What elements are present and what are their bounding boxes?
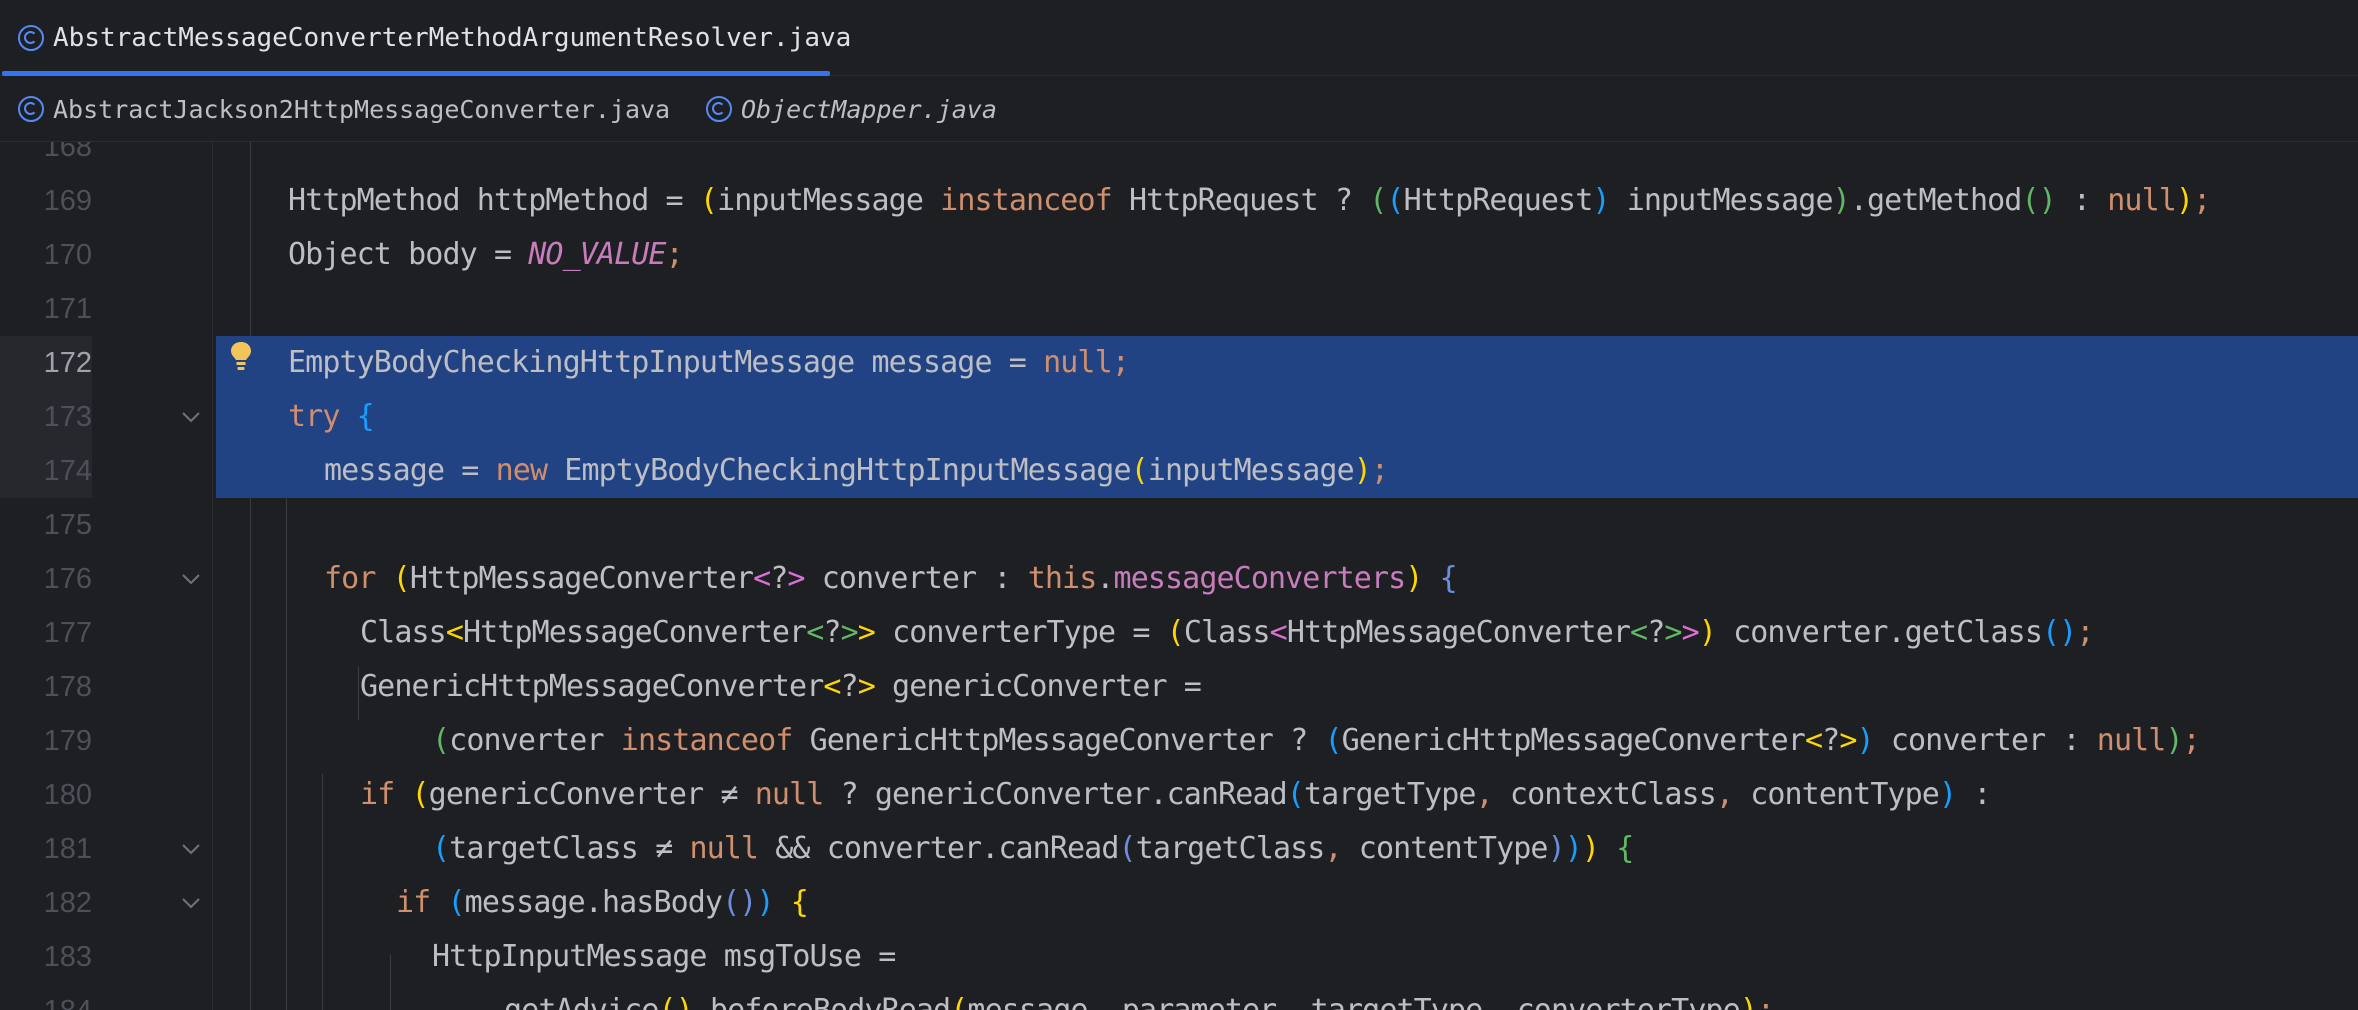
class-icon: [706, 96, 732, 122]
code-line[interactable]: 182 if (message.hasBody()) {: [0, 876, 2358, 930]
code-line[interactable]: 178 GenericHttpMessageConverter<?> gener…: [0, 660, 2358, 714]
code-text: if (message.hasBody()) {: [396, 885, 809, 920]
code-text: if (genericConverter ≠ null ? genericCon…: [360, 777, 1991, 812]
code-text: Object body = NO_VALUE;: [288, 237, 684, 272]
code-text: (targetClass ≠ null && converter.canRead…: [432, 831, 1634, 866]
code-editor[interactable]: 168 169 HttpMethod httpMethod = (inputMe…: [0, 142, 2358, 1010]
tab-label: ObjectMapper.java: [741, 94, 997, 124]
code-line[interactable]: 181 (targetClass ≠ null && converter.can…: [0, 822, 2358, 876]
code-text: getAdvice().beforeBodyRead(message, para…: [504, 984, 1775, 1010]
line-number: 181: [43, 833, 92, 865]
line-number: 179: [43, 725, 92, 757]
fold-chevron-icon[interactable]: [180, 894, 202, 912]
code-line[interactable]: 179 (converter instanceof GenericHttpMes…: [0, 714, 2358, 768]
line-number: 177: [43, 617, 92, 649]
code-text: HttpMethod httpMethod = (inputMessage in…: [288, 183, 2211, 218]
fold-chevron-icon[interactable]: [180, 570, 202, 588]
line-number: 173: [0, 390, 92, 444]
code-text: EmptyBodyCheckingHttpInputMessage messag…: [288, 345, 1130, 380]
line-number: 171: [43, 293, 92, 325]
tab-abstract-message-converter-method-argument-resolver[interactable]: AbstractMessageConverterMethodArgumentRe…: [0, 0, 851, 76]
line-number: 170: [43, 239, 92, 271]
line-number: 183: [43, 941, 92, 973]
code-line[interactable]: 168: [0, 142, 2358, 174]
tab-abstract-jackson2-http-message-converter[interactable]: AbstractJackson2HttpMessageConverter.jav…: [18, 76, 670, 142]
code-line[interactable]: 180 if (genericConverter ≠ null ? generi…: [0, 768, 2358, 822]
fold-chevron-icon[interactable]: [180, 408, 202, 426]
code-line[interactable]: 183 HttpInputMessage msgToUse =: [0, 930, 2358, 984]
line-number: 182: [43, 887, 92, 919]
class-icon: [18, 96, 44, 122]
code-line[interactable]: 175: [0, 498, 2358, 552]
code-line[interactable]: 171: [0, 282, 2358, 336]
line-number: 172: [0, 336, 92, 390]
code-line[interactable]: 184 getAdvice().beforeBodyRead(message, …: [0, 984, 2358, 1010]
code-line-selected[interactable]: 172 EmptyBodyCheckingHttpInputMessage me…: [0, 336, 2358, 390]
selection-highlight: [216, 390, 2358, 444]
code-text: Class<HttpMessageConverter<?>> converter…: [360, 615, 2094, 650]
editor-tab-bar-row-2: AbstractJackson2HttpMessageConverter.jav…: [0, 76, 2358, 142]
class-icon: [18, 25, 44, 51]
code-text: try {: [288, 399, 375, 434]
line-number: 178: [43, 671, 92, 703]
code-line[interactable]: 177 Class<HttpMessageConverter<?>> conve…: [0, 606, 2358, 660]
code-text: GenericHttpMessageConverter<?> genericCo…: [360, 669, 1202, 704]
line-number: 184: [0, 984, 92, 1010]
tab-label: AbstractMessageConverterMethodArgumentRe…: [53, 23, 852, 53]
tab-object-mapper[interactable]: ObjectMapper.java: [706, 76, 997, 142]
line-number: 169: [43, 185, 92, 217]
code-text: HttpInputMessage msgToUse =: [432, 939, 896, 974]
intention-bulb-icon[interactable]: [228, 340, 254, 374]
line-number: 180: [43, 779, 92, 811]
code-text: for (HttpMessageConverter<?> converter :…: [324, 561, 1458, 596]
tab-label: AbstractJackson2HttpMessageConverter.jav…: [53, 94, 671, 124]
code-text: message = new EmptyBodyCheckingHttpInput…: [324, 453, 1389, 488]
line-number: 174: [0, 444, 92, 498]
code-text: (converter instanceof GenericHttpMessage…: [432, 723, 2201, 758]
line-number: 175: [43, 509, 92, 541]
code-line[interactable]: 170 Object body = NO_VALUE;: [0, 228, 2358, 282]
ide-window: AbstractMessageConverterMethodArgumentRe…: [0, 0, 2358, 1010]
code-line[interactable]: 169 HttpMethod httpMethod = (inputMessag…: [0, 174, 2358, 228]
code-line-selected[interactable]: 174 message = new EmptyBodyCheckingHttpI…: [0, 444, 2358, 498]
code-line[interactable]: 176 for (HttpMessageConverter<?> convert…: [0, 552, 2358, 606]
line-number: 176: [43, 563, 92, 595]
code-line-selected[interactable]: 173 try {: [0, 390, 2358, 444]
editor-tab-bar: AbstractMessageConverterMethodArgumentRe…: [0, 0, 2358, 76]
line-number: 168: [43, 142, 92, 163]
fold-chevron-icon[interactable]: [180, 840, 202, 858]
